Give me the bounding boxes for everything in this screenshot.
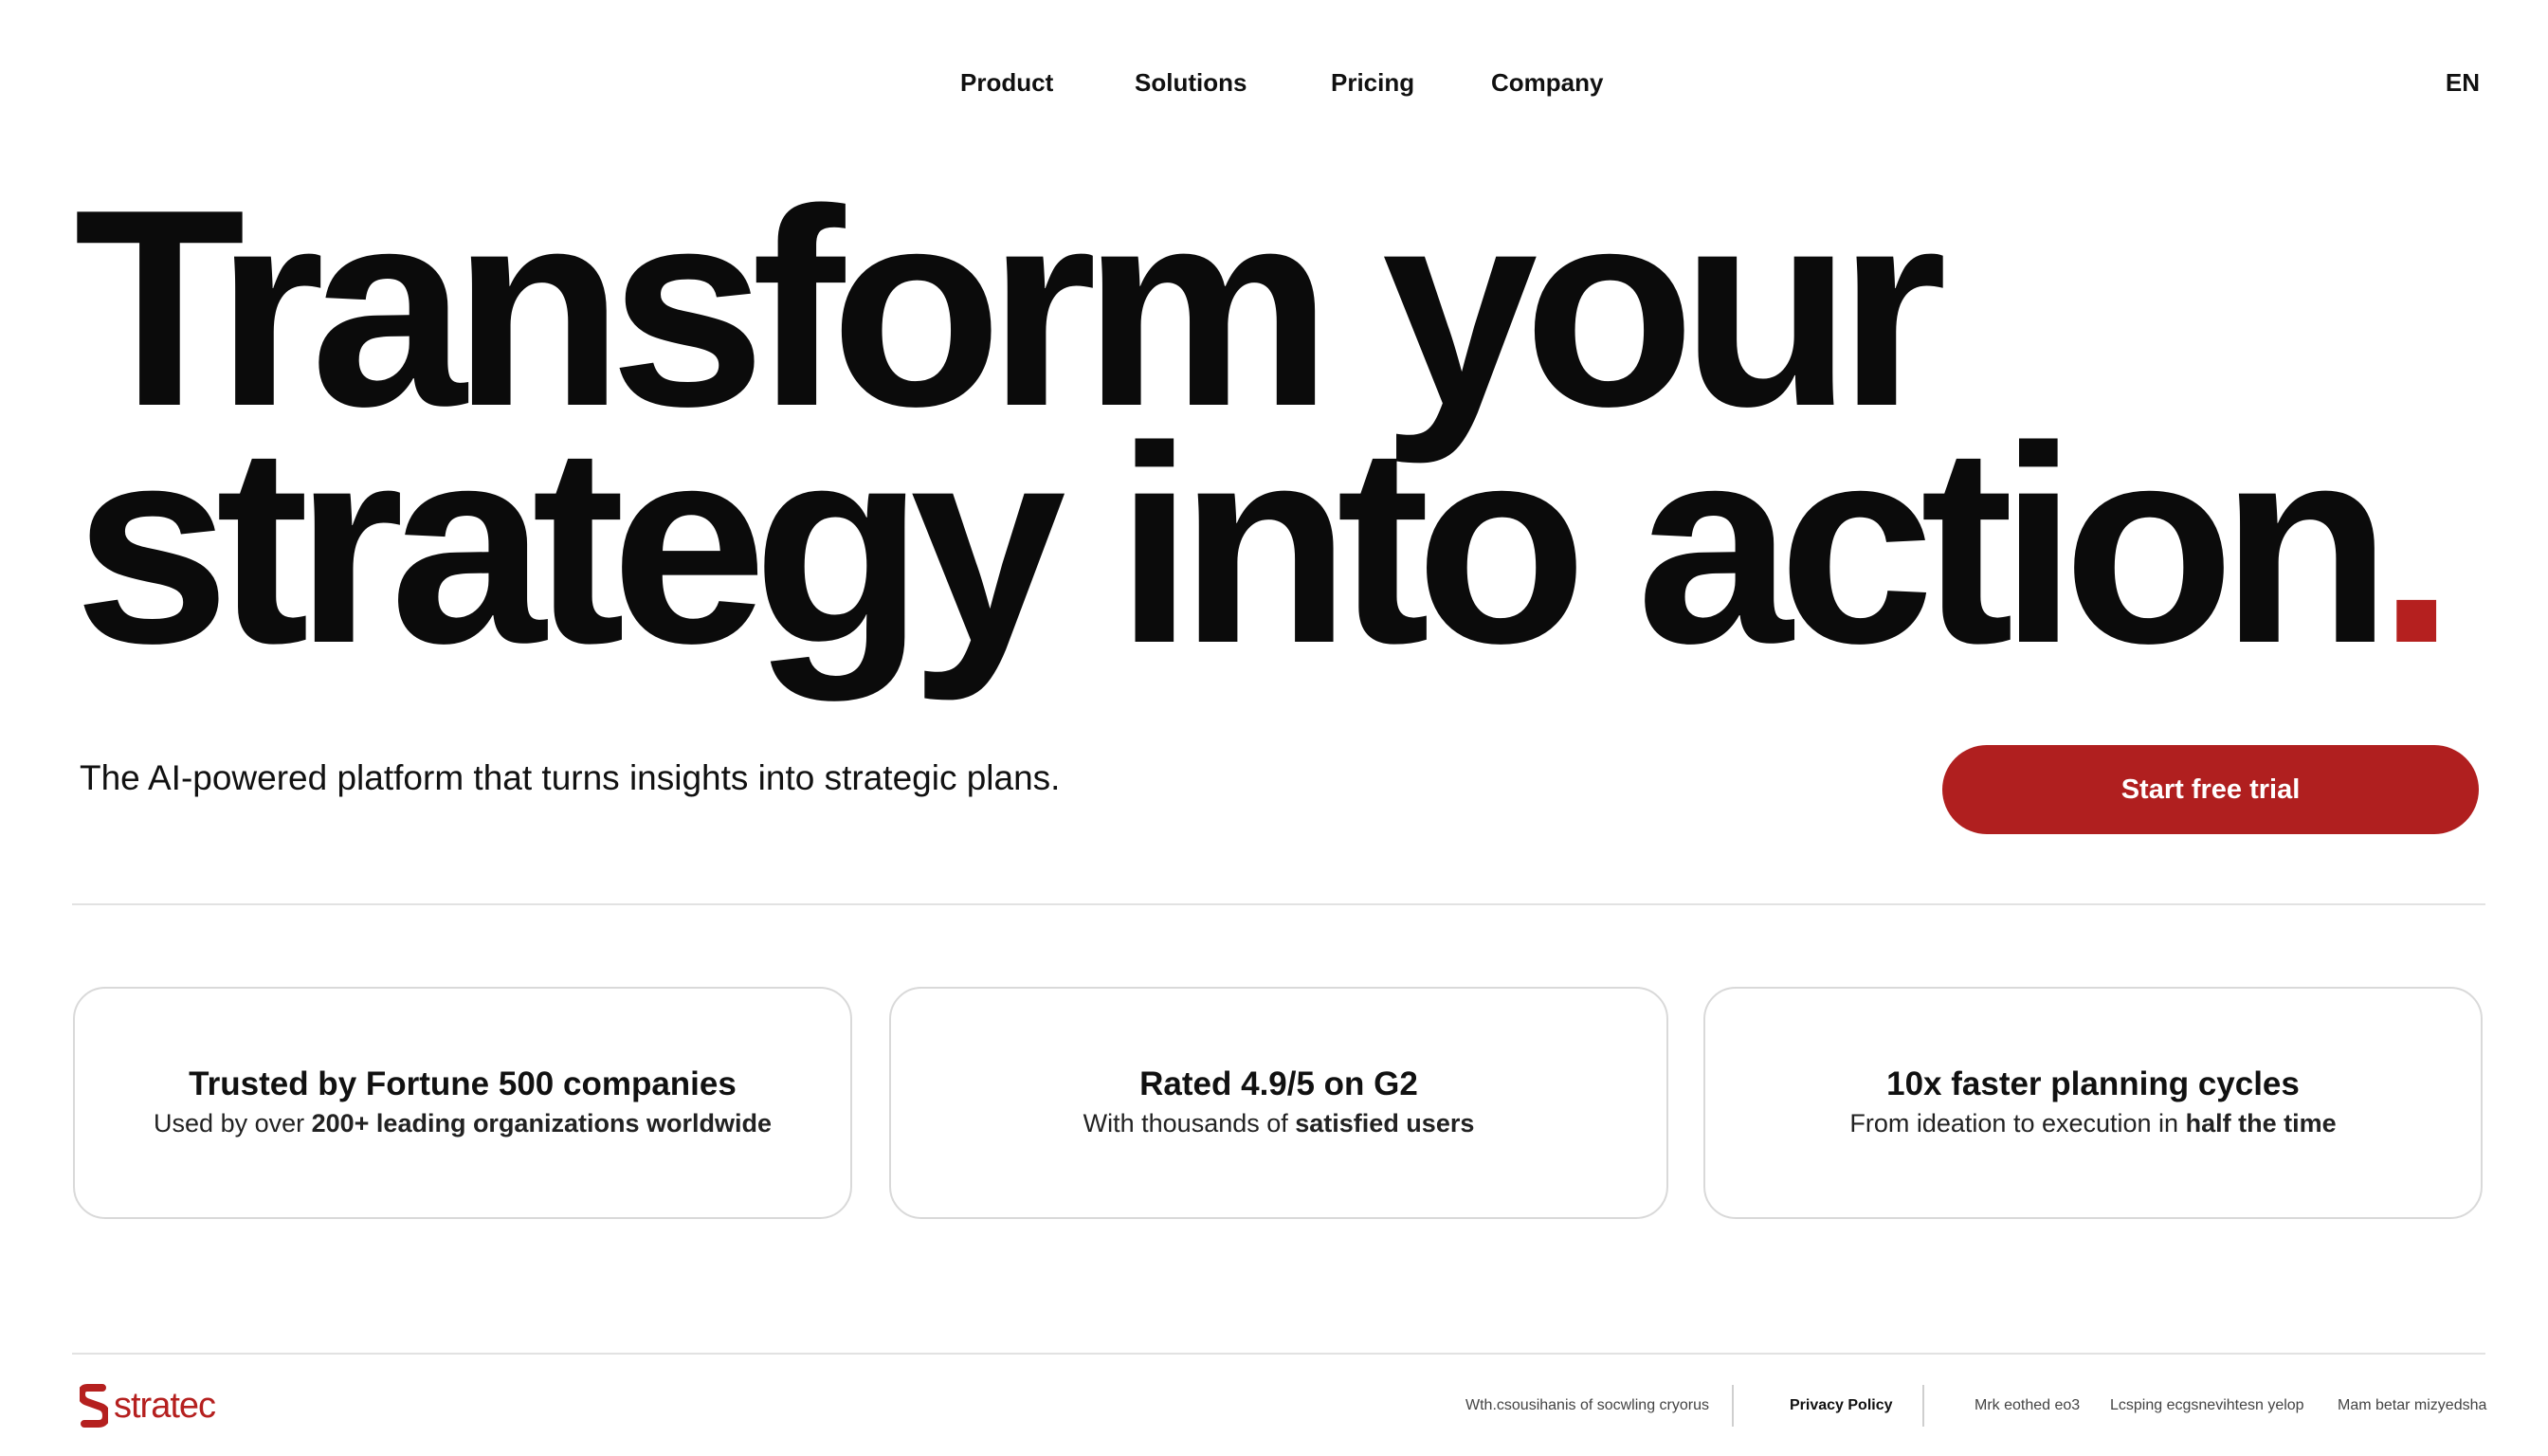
stat-card-g2: Rated 4.9/5 on G2 With thousands of sati… bbox=[889, 987, 1668, 1219]
hero-headline-line2: strategy into action. bbox=[74, 405, 2456, 685]
stat-card-desc-bold: 200+ leading organizations worldwide bbox=[311, 1109, 772, 1138]
nav-company[interactable]: Company bbox=[1491, 68, 1603, 98]
footer-link[interactable]: Mrk eothed eo3 bbox=[1975, 1397, 2080, 1414]
footer-separator bbox=[1922, 1385, 1924, 1427]
language-switcher[interactable]: EN bbox=[2446, 68, 2480, 98]
nav-pricing[interactable]: Pricing bbox=[1331, 68, 1414, 98]
section-divider bbox=[72, 903, 2485, 905]
stat-card-desc: With thousands of satisfied users bbox=[1083, 1109, 1475, 1138]
footer-links: Wth.csousihanis of socwling cryorus Priv… bbox=[0, 1397, 2548, 1426]
footer-divider bbox=[72, 1353, 2485, 1355]
stat-card-desc-bold: satisfied users bbox=[1295, 1109, 1475, 1138]
stat-card-desc-plain: From ideation to execution in bbox=[1849, 1109, 2186, 1138]
stat-card-fortune: Trusted by Fortune 500 companies Used by… bbox=[73, 987, 852, 1219]
start-free-trial-button[interactable]: Start free trial bbox=[1942, 745, 2479, 834]
stat-card-speed: 10x faster planning cycles From ideation… bbox=[1703, 987, 2483, 1219]
hero-headline-line2-text: strategy into action bbox=[74, 388, 2392, 701]
footer-link[interactable]: Wth.csousihanis of socwling cryorus bbox=[1465, 1397, 1709, 1414]
stat-card-desc: Used by over 200+ leading organizations … bbox=[154, 1109, 772, 1138]
stat-card-title: Trusted by Fortune 500 companies bbox=[189, 1065, 737, 1102]
footer-link[interactable]: Mam betar mizyedsha bbox=[2338, 1397, 2486, 1414]
hero-subline: The AI-powered platform that turns insig… bbox=[80, 758, 1061, 797]
footer-separator bbox=[1732, 1385, 1734, 1427]
nav-product[interactable]: Product bbox=[960, 68, 1053, 98]
stat-card-title: Rated 4.9/5 on G2 bbox=[1139, 1065, 1418, 1102]
stat-card-desc-plain: Used by over bbox=[154, 1109, 312, 1138]
hero-accent-dot: . bbox=[2377, 388, 2455, 701]
stat-card-title: 10x faster planning cycles bbox=[1886, 1065, 2300, 1102]
landing-page: Product Solutions Pricing Company EN Tra… bbox=[0, 0, 2548, 1456]
stat-card-desc: From ideation to execution in half the t… bbox=[1849, 1109, 2336, 1138]
stat-card-desc-plain: With thousands of bbox=[1083, 1109, 1296, 1138]
footer-link-privacy-policy[interactable]: Privacy Policy bbox=[1790, 1397, 1893, 1414]
stat-card-desc-bold: half the time bbox=[2185, 1109, 2337, 1138]
footer-link[interactable]: Lcsping ecgsnevihtesn yelop bbox=[2110, 1397, 2304, 1414]
hero-headline: Transform your strategy into action. bbox=[74, 168, 2456, 685]
nav-solutions[interactable]: Solutions bbox=[1135, 68, 1247, 98]
